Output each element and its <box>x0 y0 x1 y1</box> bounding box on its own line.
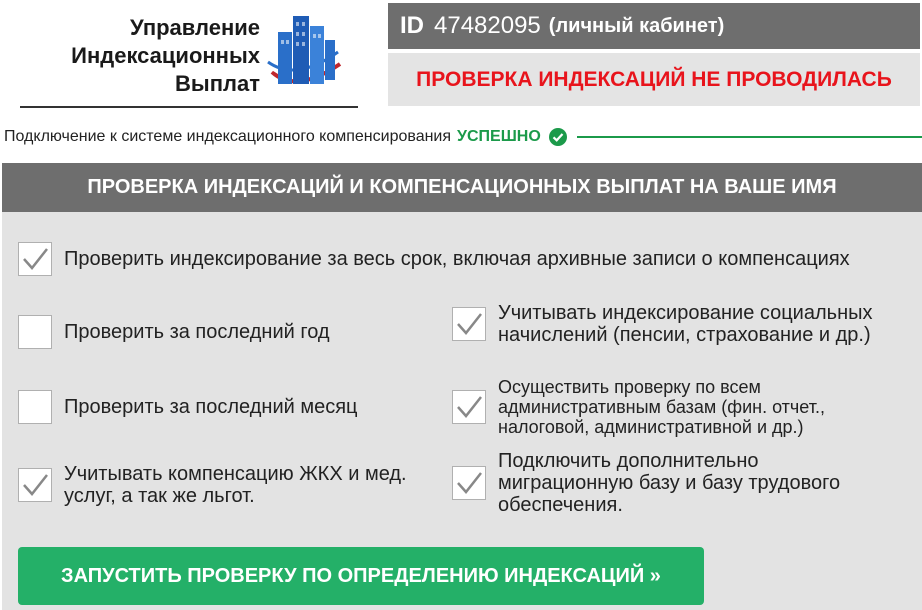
checkbox[interactable] <box>452 390 486 424</box>
option-last-year[interactable]: Проверить за последний год <box>18 315 330 349</box>
checkbox[interactable] <box>18 242 52 276</box>
connection-status: Подключение к системе индексационного ко… <box>4 124 922 150</box>
id-label: ID <box>400 12 424 39</box>
check-status-bar: ПРОВЕРКА ИНДЕКСАЦИЙ НЕ ПРОВОДИЛАСЬ <box>388 53 920 106</box>
option-migration-base[interactable]: Подключить дополнительно миграционную ба… <box>452 450 892 516</box>
checkmark-icon <box>457 313 482 335</box>
option-label: Учитывать индексирование социальных начи… <box>498 302 873 346</box>
connection-text: Подключение к системе индексационного ко… <box>4 128 452 145</box>
checkbox[interactable] <box>18 390 52 424</box>
connection-divider <box>576 136 922 138</box>
logo-line-3: Выплат <box>175 71 260 96</box>
option-full-period[interactable]: Проверить индексирование за весь срок, в… <box>18 242 850 276</box>
option-admin-bases[interactable]: Осуществить проверку по всем администрат… <box>452 377 892 437</box>
option-label: Осуществить проверку по всем администрат… <box>498 377 825 437</box>
check-circle-icon <box>548 128 567 146</box>
logo-line-2: Индексационных <box>71 43 260 68</box>
buildings-logo-icon <box>267 16 342 84</box>
checkbox[interactable] <box>452 466 486 500</box>
checkmark-icon <box>457 472 482 494</box>
logo-underline <box>20 106 358 108</box>
panel-title: ПРОВЕРКА ИНДЕКСАЦИЙ И КОМПЕНСАЦИОННЫХ ВЫ… <box>2 163 922 212</box>
check-panel: ПРОВЕРКА ИНДЕКСАЦИЙ И КОМПЕНСАЦИОННЫХ ВЫ… <box>2 163 922 610</box>
checkbox[interactable] <box>18 468 52 502</box>
checkbox[interactable] <box>452 307 486 341</box>
logo-text: Управление Индексационных Выплат <box>20 14 260 98</box>
account-id-bar: ID 47482095 (личный кабинет) <box>388 3 920 49</box>
check-status-text: ПРОВЕРКА ИНДЕКСАЦИЙ НЕ ПРОВОДИЛАСЬ <box>416 67 892 91</box>
option-label: Подключить дополнительно миграционную ба… <box>498 450 841 516</box>
connection-ok-text: УСПЕШНО <box>457 128 541 145</box>
option-label: Учитывать компенсацию ЖКХ и мед. услуг, … <box>64 463 407 507</box>
checkbox[interactable] <box>18 315 52 349</box>
id-number: 47482095 <box>434 12 541 39</box>
option-last-month[interactable]: Проверить за последний месяц <box>18 390 358 424</box>
option-label: Проверить индексирование за весь срок, в… <box>64 248 850 270</box>
checkmark-icon <box>23 474 48 496</box>
logo-line-1: Управление <box>129 15 260 40</box>
run-check-button[interactable]: ЗАПУСТИТЬ ПРОВЕРКУ ПО ОПРЕДЕЛЕНИЮ ИНДЕКС… <box>18 547 704 605</box>
cabinet-label: (личный кабинет) <box>548 14 725 37</box>
option-utilities[interactable]: Учитывать компенсацию ЖКХ и мед. услуг, … <box>18 463 438 507</box>
checkmark-icon <box>23 248 48 270</box>
option-social-accruals[interactable]: Учитывать индексирование социальных начи… <box>452 302 892 346</box>
checkmark-icon <box>457 396 482 418</box>
option-label: Проверить за последний месяц <box>64 396 358 418</box>
option-label: Проверить за последний год <box>64 321 330 343</box>
